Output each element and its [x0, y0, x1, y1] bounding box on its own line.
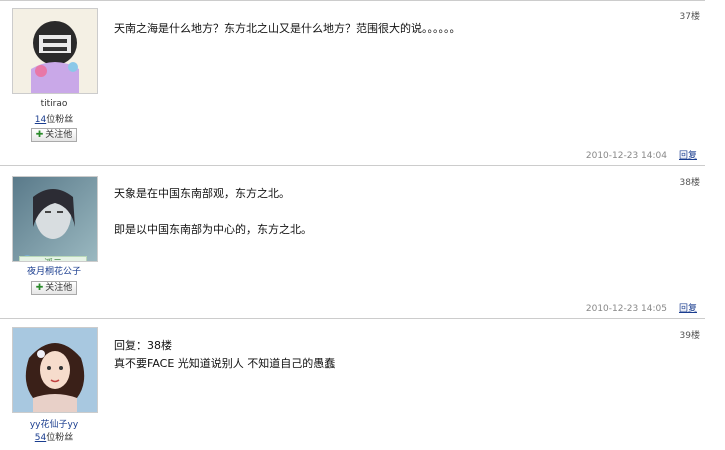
fans-count-link[interactable]: 54 [35, 433, 46, 443]
fans-count-link[interactable]: 14 [35, 115, 46, 125]
quote-reference: 回复：38楼 [114, 339, 172, 352]
follow-label: 关注他 [45, 283, 73, 293]
post-content: 回复：38楼 真不要FACE 光知道说别人 不知道自己的愚蠢 [114, 339, 335, 375]
fans-label: 位粉丝 [46, 115, 74, 125]
reply-link[interactable]: 回复 [679, 304, 697, 314]
avatar-portrait-icon [13, 177, 97, 261]
floor-number: 37楼 [679, 12, 700, 22]
follow-button[interactable]: ✚ 关注他 [31, 281, 77, 295]
username[interactable]: titirao [0, 99, 108, 109]
fans-count: 14位粉丝 [0, 112, 108, 125]
follow-label: 关注他 [45, 130, 73, 140]
avatar-cartoon-icon [13, 9, 97, 93]
post-37: 37楼 titirao 14位粉丝 ✚ 关注他 天南之海是什么地方？东方北之山又是… [0, 0, 705, 164]
post-38: 38楼 浮云 夜月桐花公子 ✚关注他 天象是在中国东南部观，东方之北。 即是以中… [0, 165, 705, 318]
timestamp: 2010-12-23 14:04 [585, 151, 667, 161]
fans-count: 54位粉丝 [0, 430, 108, 443]
floor-number: 38楼 [679, 178, 700, 188]
avatar-girl-icon [13, 328, 97, 412]
post-meta: 2010-12-23 14:05 回复 [586, 301, 697, 314]
post-text-line-2: 即是以中国东南部为中心的，东方之北。 [114, 223, 312, 236]
plus-icon: ✚ [35, 283, 44, 293]
plus-icon: ✚ [35, 130, 44, 140]
post-text: 真不要FACE 光知道说别人 不知道自己的愚蠢 [114, 357, 336, 370]
avatar[interactable] [12, 8, 98, 94]
follow-button[interactable]: ✚ 关注他 [31, 128, 77, 142]
post-meta: 2010-12-23 14:04 回复 [586, 148, 697, 161]
username[interactable]: yy花仙子yy [0, 417, 108, 430]
post-text-line-1: 天象是在中国东南部观，东方之北。 [114, 187, 290, 200]
fans-label: 位粉丝 [46, 433, 74, 443]
post-content: 天南之海是什么地方？东方北之山又是什么地方？范围很大的说。。。。。。 [114, 22, 461, 58]
avatar[interactable] [12, 327, 98, 413]
avatar[interactable]: 浮云 [12, 176, 98, 262]
timestamp: 2010-12-23 14:05 [585, 304, 667, 314]
post-text: 天南之海是什么地方？东方北之山又是什么地方？范围很大的说。。。。。。 [114, 22, 461, 35]
user-tag: 浮云 [19, 256, 87, 261]
post-39: 39楼 yy花仙子yy 54位粉丝 回复：38楼 真不要FACE 光知道说别人 … [0, 318, 705, 450]
username[interactable]: 夜月桐花公子 [0, 264, 108, 277]
floor-number: 39楼 [679, 331, 700, 341]
post-content: 天象是在中国东南部观，东方之北。 即是以中国东南部为中心的，东方之北。 [114, 187, 312, 259]
reply-link[interactable]: 回复 [679, 151, 697, 161]
